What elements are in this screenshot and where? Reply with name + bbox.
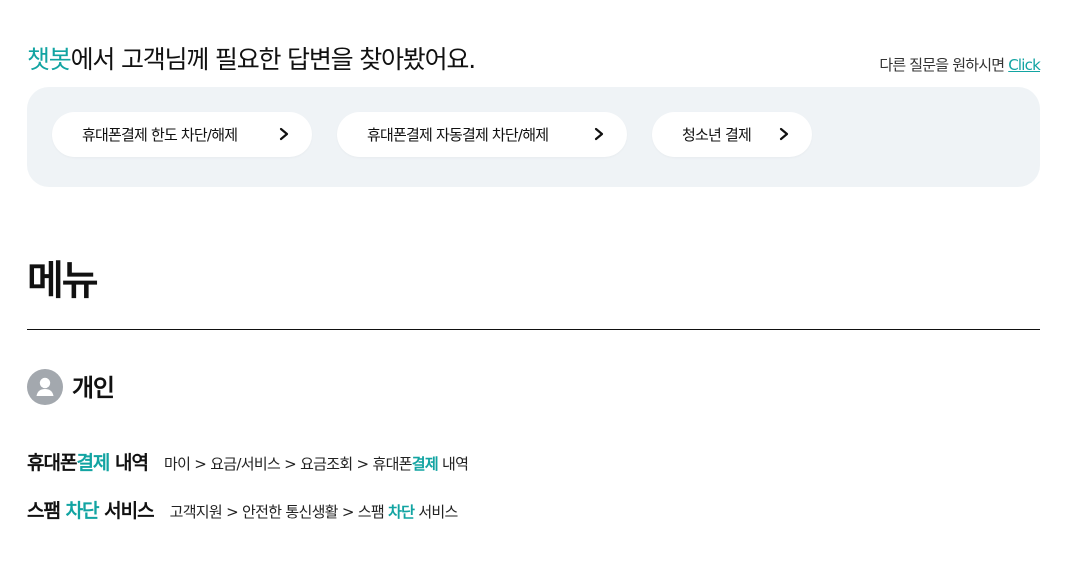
person-icon xyxy=(27,369,63,405)
chatbot-headline: 챗봇에서 고객님께 필요한 답변을 찾아봤어요. xyxy=(27,40,477,76)
divider xyxy=(27,329,1040,330)
chevron-right-icon xyxy=(594,127,604,141)
result-path-highlight: 차단 xyxy=(388,503,415,521)
result-name-text: 서비스 xyxy=(98,500,154,522)
result-path-highlight: 결제 xyxy=(411,455,439,473)
result-path: 마이 > 요금/서비스 > 요금조회 > 휴대폰결제 내역 xyxy=(164,453,469,474)
other-question-text: 다른 질문을 원하시면 xyxy=(879,56,1005,74)
menu-title: 메뉴 xyxy=(27,258,99,304)
result-name-text: 휴대폰 xyxy=(27,452,77,474)
other-question-link[interactable]: Click xyxy=(1008,56,1041,74)
suggestion-chip-label: 휴대폰결제 한도 차단/해제 xyxy=(82,126,238,144)
other-question: 다른 질문을 원하시면 Click xyxy=(879,54,1040,75)
result-name-highlight: 결제 xyxy=(76,452,110,474)
suggestion-chip-label: 청소년 결제 xyxy=(682,126,752,144)
suggestion-chip-autopay[interactable]: 휴대폰결제 자동결제 차단/해제 xyxy=(337,112,627,157)
suggestion-panel: 휴대폰결제 한도 차단/해제 휴대폰결제 자동결제 차단/해제 청소년 결제 xyxy=(27,87,1040,187)
headline-accent: 챗봇 xyxy=(27,45,72,74)
result-path-text: 서비스 xyxy=(414,503,458,521)
result-path-text: 내역 xyxy=(437,455,469,473)
result-name: 스팸 차단 서비스 xyxy=(27,496,155,523)
headline-text: 에서 고객님께 필요한 답변을 찾아봤어요. xyxy=(70,45,477,74)
result-path-text: 고객지원 > 안전한 통신생활 > 스팸 xyxy=(169,503,389,521)
suggestion-chip-limit[interactable]: 휴대폰결제 한도 차단/해제 xyxy=(52,112,312,157)
result-name-highlight: 차단 xyxy=(65,500,100,522)
result-path: 고객지원 > 안전한 통신생활 > 스팸 차단 서비스 xyxy=(169,501,459,522)
suggestion-chip-youth[interactable]: 청소년 결제 xyxy=(652,112,812,157)
chevron-right-icon xyxy=(279,127,289,141)
result-name: 휴대폰결제 내역 xyxy=(27,448,149,475)
chevron-right-icon xyxy=(779,127,789,141)
menu-result-payment-history[interactable]: 휴대폰결제 내역 마이 > 요금/서비스 > 요금조회 > 휴대폰결제 내역 xyxy=(27,448,469,475)
result-name-text: 스팸 xyxy=(27,500,66,522)
result-path-text: 마이 > 요금/서비스 > 요금조회 > 휴대폰 xyxy=(164,455,412,473)
menu-result-spam-block[interactable]: 스팸 차단 서비스 고객지원 > 안전한 통신생활 > 스팸 차단 서비스 xyxy=(27,496,458,523)
suggestion-chip-label: 휴대폰결제 자동결제 차단/해제 xyxy=(367,126,549,144)
section-title-personal: 개인 xyxy=(72,374,115,402)
result-name-text: 내역 xyxy=(109,452,149,474)
